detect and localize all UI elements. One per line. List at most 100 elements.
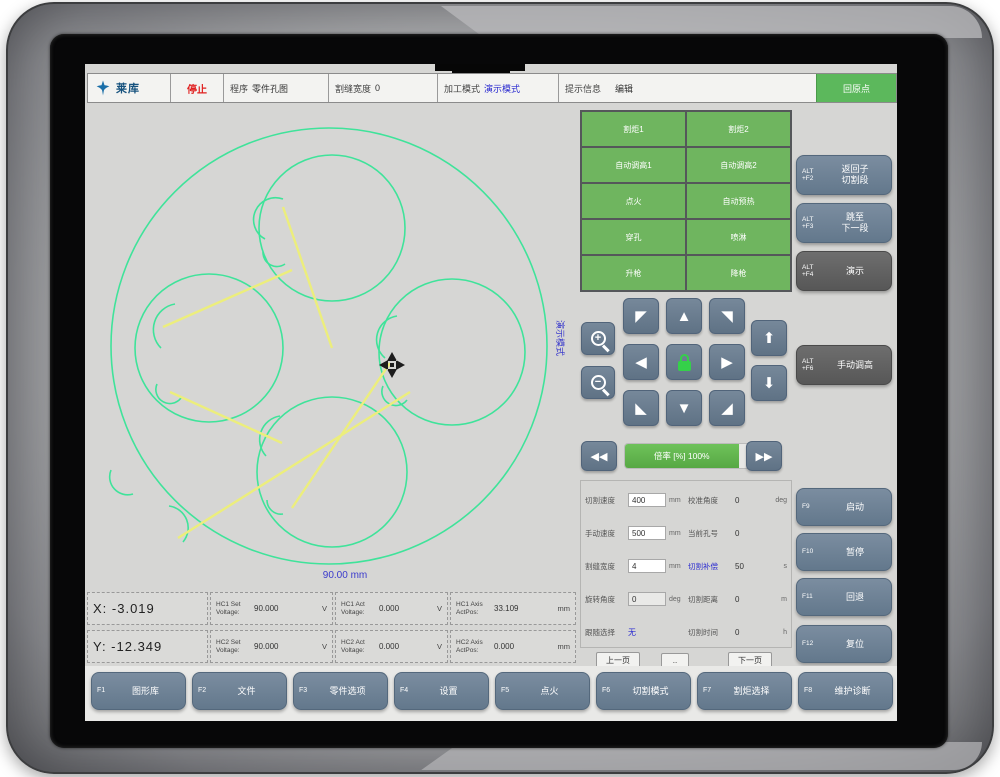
menu-cell-status: 停止 (171, 74, 224, 102)
program-value: 零件孔图 (252, 82, 288, 95)
info-edit-link[interactable]: 编辑 (615, 82, 633, 95)
param-value: 0 (735, 529, 768, 538)
menu-cell-program: 程序 零件孔图 (224, 74, 329, 102)
fkey-graphics-library[interactable]: F1 图形库 (91, 672, 186, 710)
spray-button[interactable]: 喷淋 (687, 220, 790, 254)
zoom-out-button[interactable]: − (581, 366, 615, 399)
brand-cell: 莱库 (88, 74, 171, 102)
param-label: 切割距离 (688, 594, 732, 605)
param-label: 切割补偿 (688, 561, 732, 572)
z-up-button[interactable]: ⬆ (751, 320, 787, 356)
hotkey-label: ALT +F2 (802, 168, 824, 183)
param-label: 旋转角度 (585, 594, 625, 605)
machine-status: 停止 (187, 81, 207, 96)
thc1-button[interactable]: 自动调高1 (582, 148, 685, 182)
param-label: 切割时间 (688, 627, 732, 638)
speed-override-fill: 倍率 [%] 100% (625, 444, 739, 468)
preheat-button[interactable]: 自动预热 (687, 184, 790, 218)
menu-cell-mode: 加工模式 演示模式 (438, 74, 559, 102)
hotkey-label: F9 (802, 503, 824, 510)
param-unit: mm (669, 530, 685, 537)
pierce-button[interactable]: 穿孔 (582, 220, 685, 254)
output-control-grid: 割炬1 割炬2 自动调高1 自动调高2 点火 自动预热 穿孔 喷淋 升枪 降枪 (580, 110, 792, 292)
y-position: Y: -12.349 (93, 639, 162, 654)
monitor-photo: 莱库 停止 程序 零件孔图 割缝宽度 0 加工模式 演示模式 提示信息 编辑 回… (0, 0, 1000, 777)
param-unit: deg (771, 497, 787, 504)
manual-thc-button[interactable]: ALT +F6 手动调高 (796, 345, 892, 385)
fkey-file[interactable]: F2 文件 (192, 672, 287, 710)
param-unit: mm (669, 563, 685, 570)
param-label: 手动速度 (585, 528, 625, 539)
rapid-traverse-lines (163, 207, 410, 538)
fkey-cut-mode[interactable]: F6 切割模式 (596, 672, 691, 710)
param-label: 割缝宽度 (585, 561, 625, 572)
zoom-out-icon: − (591, 375, 606, 390)
kerf-label: 割缝宽度 (335, 82, 371, 95)
hc2-act-voltage-cell: HC2 Act Voltage: 0.000 V (335, 630, 448, 663)
hotkey-label: F10 (802, 548, 824, 555)
cut-contours (110, 128, 547, 564)
zoom-in-button[interactable]: + (581, 322, 615, 355)
speed-override-bar[interactable]: 倍率 [%] 100% (624, 443, 758, 469)
start-button[interactable]: F9 启动 (796, 488, 892, 526)
param-unit: h (771, 629, 787, 636)
param-label: 切割速度 (585, 495, 625, 506)
jog-right-button[interactable]: ▶ (709, 344, 745, 380)
skip-next-segment-button[interactable]: ALT +F3 跳至 下一段 (796, 203, 892, 243)
jog-lock-button[interactable] (666, 344, 702, 380)
manual-speed-input[interactable]: 500 (628, 526, 666, 540)
thc2-button[interactable]: 自动调高2 (687, 148, 790, 182)
param-label: 跟随选择 (585, 627, 625, 638)
zoom-in-icon: + (591, 331, 606, 346)
cut-speed-input[interactable]: 400 (628, 493, 666, 507)
fkey-setup[interactable]: F4 设置 (394, 672, 489, 710)
kerf-value: 0 (375, 83, 380, 93)
kerf-width-input[interactable]: 4 (628, 559, 666, 573)
hc1-axis-pos-cell: HC1 Axis ActPos: 33.109 mm (450, 592, 576, 625)
jog-down-left-button[interactable]: ◣ (623, 390, 659, 426)
torch1-button[interactable]: 割炬1 (582, 112, 685, 146)
torch2-button[interactable]: 割炬2 (687, 112, 790, 146)
info-label: 提示信息 (565, 82, 601, 95)
reset-button[interactable]: F12 复位 (796, 625, 892, 663)
fkey-ignite[interactable]: F5 点火 (495, 672, 590, 710)
demo-button[interactable]: ALT +F4 演示 (796, 251, 892, 291)
torch-up-button[interactable]: 升枪 (582, 256, 685, 290)
param-value: 50 (735, 562, 768, 571)
speed-up-button[interactable]: ▶▶ (746, 441, 782, 471)
hotkey-label: F11 (802, 593, 824, 600)
return-sub-segment-button[interactable]: ALT +F2 返回子 切割段 (796, 155, 892, 195)
brand-logo-icon (94, 79, 112, 97)
menu-bar: 莱库 停止 程序 零件孔图 割缝宽度 0 加工模式 演示模式 提示信息 编辑 回… (87, 73, 897, 103)
fkey-torch-select[interactable]: F7 割炬选择 (697, 672, 792, 710)
menu-cell-info: 提示信息 编辑 (559, 74, 816, 102)
home-button[interactable]: 回原点 (816, 74, 896, 102)
rotate-angle-input[interactable]: 0 (628, 592, 666, 606)
jog-up-button[interactable]: ▲ (666, 298, 702, 334)
param-value: 0 (735, 595, 768, 604)
backward-button[interactable]: F11 回退 (796, 578, 892, 616)
jog-down-button[interactable]: ▼ (666, 390, 702, 426)
x-position-cell: X: -3.019 (87, 592, 208, 625)
hc2-set-voltage-cell: HC2 Set Voltage: 90.000 V (210, 630, 333, 663)
torch-down-button[interactable]: 降枪 (687, 256, 790, 290)
speed-down-button[interactable]: ◀◀ (581, 441, 617, 471)
param-unit: mm (669, 497, 685, 504)
jog-up-left-button[interactable]: ◤ (623, 298, 659, 334)
mode-label: 加工模式 (444, 82, 480, 95)
hc1-act-voltage-cell: HC1 Act Voltage: 0.000 V (335, 592, 448, 625)
jog-left-button[interactable]: ◀ (623, 344, 659, 380)
part-preview-canvas[interactable]: 90.00 mm 演示模式 (87, 104, 570, 590)
param-value: 0 (735, 496, 768, 505)
parameters-panel: 切割速度 400 mm 校准角度 0 deg 手动速度 500 mm 当前孔号 … (580, 480, 792, 648)
fkey-part-options[interactable]: F3 零件选项 (293, 672, 388, 710)
jog-up-right-button[interactable]: ◥ (709, 298, 745, 334)
jog-down-right-button[interactable]: ◢ (709, 390, 745, 426)
mode-value: 演示模式 (484, 82, 520, 95)
y-position-cell: Y: -12.349 (87, 630, 208, 663)
fkey-diagnostics[interactable]: F8 维护诊断 (798, 672, 893, 710)
follow-select-value[interactable]: 无 (628, 627, 666, 638)
z-down-button[interactable]: ⬇ (751, 365, 787, 401)
ignite-button[interactable]: 点火 (582, 184, 685, 218)
pause-button[interactable]: F10 暂停 (796, 533, 892, 571)
